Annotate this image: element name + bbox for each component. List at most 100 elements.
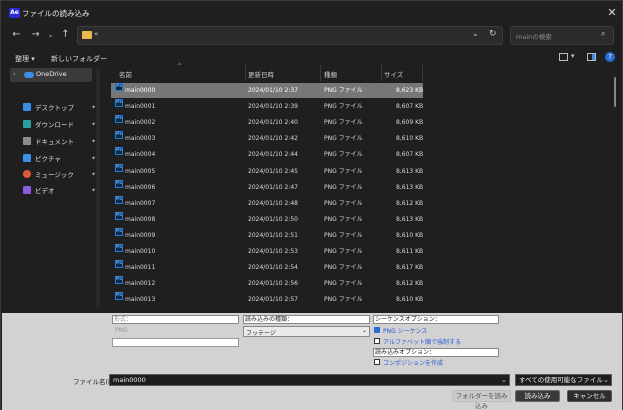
png-sequence-checkbox[interactable] <box>374 327 380 333</box>
import-as-select[interactable]: フッテージ ⌄ <box>243 326 370 337</box>
scrollbar-thumb[interactable] <box>614 77 616 107</box>
photoshop-file-icon: Ps <box>115 164 123 172</box>
file-row[interactable]: Ps main0005 2024/01/10 2:45 PNG ファイル 8,6… <box>111 164 423 179</box>
refresh-icon[interactable]: ↻ <box>489 29 497 39</box>
file-name: main0005 <box>125 168 156 175</box>
file-name: main0001 <box>125 103 156 110</box>
file-size: 8,613 KB <box>396 216 424 223</box>
sequence-options-label: シーケンスオプション： <box>373 315 499 324</box>
create-composition-checkbox[interactable] <box>374 359 380 365</box>
file-date: 2024/01/10 2:51 <box>248 232 298 239</box>
file-list-scrollbar[interactable] <box>613 69 618 307</box>
back-arrow-icon[interactable]: ← <box>10 28 23 42</box>
file-date: 2024/01/10 2:37 <box>248 87 298 94</box>
organize-button[interactable]: 整理 ▾ <box>15 54 35 64</box>
sidebar-item-videos[interactable]: ビデオ ✦ <box>23 184 96 198</box>
file-type: PNG ファイル <box>324 280 363 287</box>
file-size: 8,617 KB <box>396 264 424 271</box>
column-separator[interactable] <box>320 65 321 81</box>
new-folder-button[interactable]: 新しいフォルダー <box>51 54 107 64</box>
file-name: main0004 <box>125 151 156 158</box>
column-separator[interactable] <box>381 65 382 81</box>
file-row[interactable]: Ps main0000 2024/01/10 2:37 PNG ファイル 8,6… <box>111 83 423 98</box>
forward-arrow-icon[interactable]: → <box>29 28 42 42</box>
file-type-filter-select[interactable]: すべての使用可能なファイル ⌄ <box>515 374 612 386</box>
chevron-down-icon: ⌄ <box>603 376 609 384</box>
recent-locations-chevron-icon[interactable]: ⌄ <box>44 28 57 42</box>
search-box[interactable]: mainの検索 ⌕ <box>510 26 614 45</box>
sidebar-item-onedrive[interactable]: › OneDrive <box>10 68 92 82</box>
sidebar-item-pictures[interactable]: ピクチャ ✦ <box>23 152 96 166</box>
cancel-button[interactable]: キャンセル <box>567 390 612 402</box>
file-date: 2024/01/10 2:53 <box>248 248 298 255</box>
sidebar-item-label: ミュージック <box>35 171 74 179</box>
file-type: PNG ファイル <box>324 151 363 158</box>
file-name: main0003 <box>125 135 156 142</box>
file-row[interactable]: Ps main0002 2024/01/10 2:40 PNG ファイル 8,6… <box>111 115 423 130</box>
file-date: 2024/01/10 2:48 <box>248 200 298 207</box>
photoshop-file-icon: Ps <box>115 260 123 268</box>
force-alphabetical-checkbox[interactable] <box>374 338 380 344</box>
file-size: 8,611 KB <box>396 248 424 255</box>
help-icon[interactable]: ? <box>605 52 615 62</box>
column-separator[interactable] <box>422 65 423 81</box>
chevron-down-icon[interactable]: ⌄ <box>501 375 507 385</box>
file-row[interactable]: Ps main0010 2024/01/10 2:53 PNG ファイル 8,6… <box>111 244 423 259</box>
file-name: main0011 <box>125 264 156 271</box>
file-size: 8,607 KB <box>396 103 424 110</box>
file-row[interactable]: Ps main0012 2024/01/10 2:56 PNG ファイル 8,6… <box>111 276 423 291</box>
import-folder-button[interactable]: フォルダーを読み込み <box>452 390 511 410</box>
sidebar-item-music[interactable]: ミュージック ✦ <box>23 168 96 182</box>
close-icon[interactable]: ✕ <box>605 6 619 20</box>
file-row[interactable]: Ps main0008 2024/01/10 2:50 PNG ファイル 8,6… <box>111 212 423 227</box>
file-row[interactable]: Ps main0004 2024/01/10 2:44 PNG ファイル 8,6… <box>111 147 423 162</box>
import-options-label: 読み込みオプション： <box>373 348 499 357</box>
force-alphabetical-label: アルファベット順で強制する <box>383 339 461 346</box>
file-date: 2024/01/10 2:57 <box>248 296 298 303</box>
document-icon <box>23 137 31 145</box>
sidebar-item-desktop[interactable]: デスクトップ ✦ <box>23 101 96 115</box>
photoshop-file-icon: Ps <box>115 131 123 139</box>
photoshop-file-icon: Ps <box>115 147 123 155</box>
file-size: 8,613 KB <box>396 168 424 175</box>
file-row[interactable]: Ps main0001 2024/01/10 2:39 PNG ファイル 8,6… <box>111 99 423 114</box>
sort-ascending-icon: ^ <box>177 63 183 70</box>
up-arrow-icon[interactable]: ↑ <box>59 28 72 42</box>
sidebar-item-documents[interactable]: ドキュメント ✦ <box>23 135 96 149</box>
picture-icon <box>23 154 31 162</box>
sidebar-item-downloads[interactable]: ダウンロード ✦ <box>23 118 96 132</box>
photoshop-file-icon: Ps <box>115 292 123 300</box>
file-type: PNG ファイル <box>324 248 363 255</box>
photoshop-file-icon: Ps <box>115 99 123 107</box>
filename-input[interactable]: main0000 ⌄ <box>109 374 510 386</box>
sidebar-item-label: ピクチャ <box>35 155 61 163</box>
file-type: PNG ファイル <box>324 184 363 191</box>
file-row[interactable]: Ps main0009 2024/01/10 2:51 PNG ファイル 8,6… <box>111 228 423 243</box>
address-dropdown-icon[interactable]: ⌄ <box>472 29 479 38</box>
file-row[interactable]: Ps main0013 2024/01/10 2:57 PNG ファイル 8,6… <box>111 292 423 307</box>
column-separator[interactable] <box>245 65 246 81</box>
import-button[interactable]: 読み込み <box>515 390 560 402</box>
file-row[interactable]: Ps main0006 2024/01/10 2:47 PNG ファイル 8,6… <box>111 180 423 195</box>
expand-chevron-icon[interactable]: › <box>13 70 16 78</box>
column-header-type[interactable]: 種類 <box>324 69 337 79</box>
file-row[interactable]: Ps main0007 2024/01/10 2:48 PNG ファイル 8,6… <box>111 196 423 211</box>
file-row[interactable]: Ps main0003 2024/01/10 2:42 PNG ファイル 8,6… <box>111 131 423 146</box>
file-type-filter-value: すべての使用可能なファイル <box>519 376 603 384</box>
cloud-icon <box>24 72 34 78</box>
column-header-name[interactable]: 名前 <box>119 69 132 79</box>
sidebar-scrollbar[interactable] <box>96 69 100 307</box>
column-header-date[interactable]: 更新日時 <box>248 69 274 79</box>
photoshop-file-icon: Ps <box>115 276 123 284</box>
file-date: 2024/01/10 2:54 <box>248 264 298 271</box>
address-bar[interactable]: « ⌄ ↻ <box>77 26 503 45</box>
file-row[interactable]: Ps main0011 2024/01/10 2:54 PNG ファイル 8,6… <box>111 260 423 275</box>
preview-pane-icon[interactable] <box>587 53 596 61</box>
file-type: PNG ファイル <box>324 216 363 223</box>
view-dropdown-icon[interactable]: ▾ <box>571 52 575 60</box>
column-header-size[interactable]: サイズ <box>384 69 403 79</box>
music-icon <box>23 170 31 178</box>
photoshop-file-icon: Ps <box>115 212 123 220</box>
file-date: 2024/01/10 2:44 <box>248 151 298 158</box>
view-options-icon[interactable] <box>559 53 568 61</box>
